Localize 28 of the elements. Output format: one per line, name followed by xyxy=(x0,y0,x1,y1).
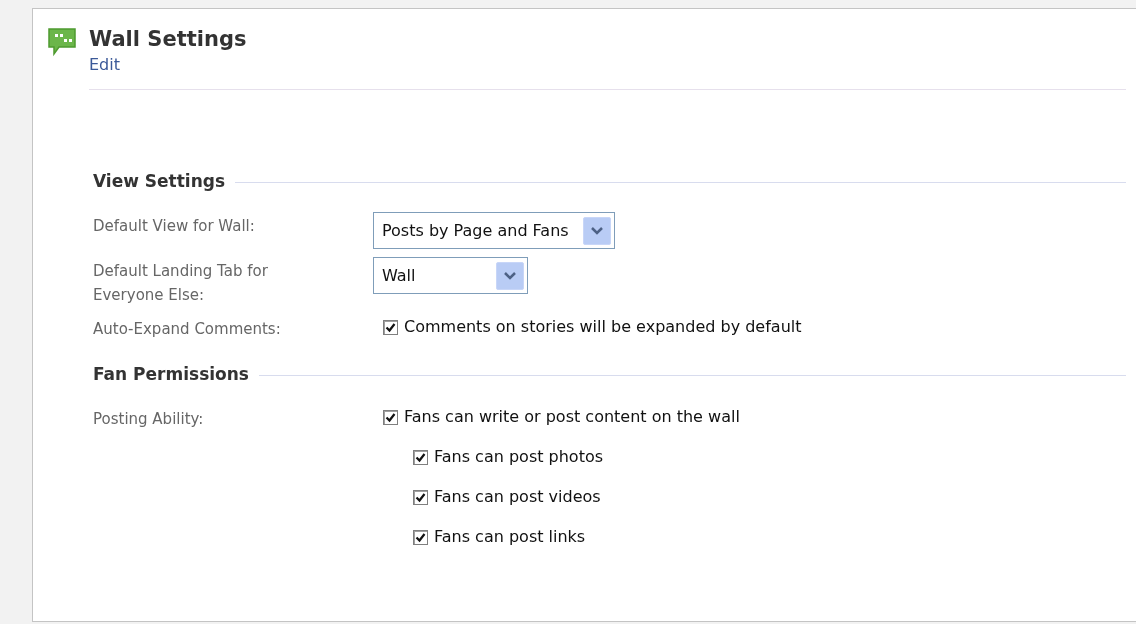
page-title: Wall Settings xyxy=(89,26,248,53)
check-icon xyxy=(385,411,396,423)
chevron-down-icon xyxy=(496,261,524,290)
dropdown[interactable]: Posts by Page and Fans xyxy=(373,212,615,249)
checkbox[interactable] xyxy=(383,409,398,425)
chevron-down-icon xyxy=(582,216,611,245)
edit-link[interactable]: Edit xyxy=(89,53,120,77)
field-label: Default View for Wall: xyxy=(93,216,256,237)
section-heading: Fan Permissions xyxy=(93,363,249,387)
field-label: Posting Ability: xyxy=(93,409,205,430)
checkbox[interactable] xyxy=(413,449,428,465)
speech-bubble-icon xyxy=(47,27,77,57)
dropdown[interactable]: Wall xyxy=(373,257,528,294)
checkbox-label: Fans can post photos xyxy=(434,446,604,468)
checkbox-label: Fans can post links xyxy=(434,526,586,548)
checkbox-label: Fans can write or post content on the wall xyxy=(404,406,740,428)
checkbox-label: Fans can post videos xyxy=(434,486,601,508)
checkbox[interactable] xyxy=(383,319,398,335)
checkbox[interactable] xyxy=(413,529,428,545)
check-icon xyxy=(415,531,426,543)
check-icon xyxy=(415,451,426,463)
checkbox[interactable] xyxy=(413,489,428,505)
check-icon xyxy=(415,491,426,503)
section-heading: View Settings xyxy=(93,170,226,194)
field-label: Default Landing Tab for Everyone Else: xyxy=(93,261,269,306)
check-icon xyxy=(385,321,396,333)
field-label: Auto-Expand Comments: xyxy=(93,319,282,340)
checkbox-label: Comments on stories will be expanded by default xyxy=(404,316,802,338)
